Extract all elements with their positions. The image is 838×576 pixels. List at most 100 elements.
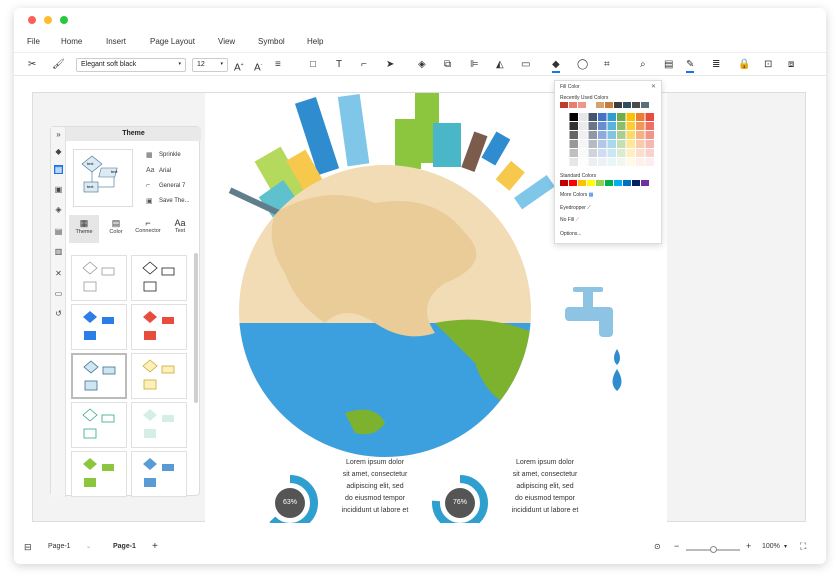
color-swatch[interactable] xyxy=(560,140,569,148)
color-swatch[interactable] xyxy=(560,149,569,157)
fill-color-icon[interactable]: ◆ xyxy=(552,59,560,73)
color-swatch[interactable] xyxy=(636,158,645,166)
color-swatch[interactable] xyxy=(598,122,607,130)
color-swatch[interactable] xyxy=(569,140,579,148)
color-swatch[interactable] xyxy=(641,180,649,186)
theme-card-selected[interactable] xyxy=(71,353,127,399)
color-swatch[interactable] xyxy=(588,149,598,157)
align-icon[interactable]: ≡ xyxy=(275,59,281,71)
lock-icon[interactable]: 🔒 xyxy=(738,59,750,71)
history-icon[interactable]: ↺ xyxy=(54,309,63,318)
color-swatch[interactable] xyxy=(645,113,655,121)
color-swatch[interactable] xyxy=(607,140,617,148)
color-swatch[interactable] xyxy=(641,102,649,108)
tab-connector[interactable]: ⌐ Connector xyxy=(133,215,163,243)
color-swatch[interactable] xyxy=(636,149,645,157)
color-swatch[interactable] xyxy=(578,102,586,108)
color-swatch[interactable] xyxy=(607,131,617,139)
color-swatch[interactable] xyxy=(626,131,636,139)
add-page-icon[interactable]: + xyxy=(152,541,158,552)
paint-bucket-icon[interactable]: ◆ xyxy=(54,147,63,156)
color-swatch[interactable] xyxy=(626,140,636,148)
zoom-slider-handle[interactable] xyxy=(710,546,717,553)
color-swatch[interactable] xyxy=(636,131,645,139)
text-tool-icon[interactable]: T xyxy=(336,59,342,71)
layers-icon[interactable]: ◈ xyxy=(54,205,63,214)
color-swatch[interactable] xyxy=(588,140,598,148)
color-swatch[interactable] xyxy=(626,113,636,121)
options-link[interactable]: Options... xyxy=(560,231,581,237)
color-swatch[interactable] xyxy=(645,158,655,166)
scissors-icon[interactable]: ✂ xyxy=(28,59,36,71)
font-size-select[interactable]: 12 ▾ xyxy=(192,58,228,72)
font-family-select[interactable]: Elegant soft black ▾ xyxy=(76,58,186,72)
page-view-icon[interactable]: ⊟ xyxy=(24,542,32,553)
theme-color-grid[interactable] xyxy=(560,113,658,167)
theme-prop-save[interactable]: Save The... xyxy=(159,198,190,204)
page-selector[interactable]: Page-1 xyxy=(48,543,71,550)
close-window-button[interactable] xyxy=(28,16,36,24)
theme-prop-connector[interactable]: General 7 xyxy=(159,183,185,189)
color-swatch[interactable] xyxy=(598,140,607,148)
decrease-font-icon[interactable]: A- xyxy=(254,59,262,74)
theme-card[interactable] xyxy=(131,402,187,448)
color-swatch[interactable] xyxy=(614,102,622,108)
color-swatch[interactable] xyxy=(617,149,626,157)
color-swatch[interactable] xyxy=(560,102,568,108)
color-swatch[interactable] xyxy=(579,122,588,130)
theme-card[interactable] xyxy=(131,451,187,497)
color-swatch[interactable] xyxy=(579,140,588,148)
color-swatch[interactable] xyxy=(569,131,579,139)
color-swatch[interactable] xyxy=(607,122,617,130)
color-swatch[interactable] xyxy=(587,102,595,108)
color-swatch[interactable] xyxy=(569,113,579,121)
color-swatch[interactable] xyxy=(617,113,626,121)
crop-icon[interactable]: ⌗ xyxy=(604,59,610,71)
color-swatch[interactable] xyxy=(569,149,579,157)
color-swatch[interactable] xyxy=(579,149,588,157)
align-left-icon[interactable]: ⊫ xyxy=(470,59,479,71)
theme-card[interactable] xyxy=(131,255,187,301)
theme-prop-sprinkle[interactable]: Sprinkle xyxy=(159,152,181,158)
color-swatch[interactable] xyxy=(598,158,607,166)
flip-icon[interactable]: ◭ xyxy=(496,59,504,71)
menu-page-layout[interactable]: Page Layout xyxy=(150,37,195,46)
menu-file[interactable]: File xyxy=(27,37,40,46)
color-swatch[interactable] xyxy=(579,131,588,139)
theme-card[interactable] xyxy=(71,451,127,497)
tab-theme[interactable]: ▦ Theme xyxy=(69,215,99,243)
fit-screen-icon[interactable]: ⛶ xyxy=(800,541,806,552)
theme-card[interactable] xyxy=(71,255,127,301)
format-painter-icon[interactable]: 🖌 xyxy=(52,59,65,71)
color-swatch[interactable] xyxy=(626,158,636,166)
zoom-in-icon[interactable]: + xyxy=(746,541,751,551)
color-swatch[interactable] xyxy=(588,131,598,139)
color-swatch[interactable] xyxy=(596,180,604,186)
close-icon[interactable]: ✕ xyxy=(651,83,656,90)
layers-icon[interactable]: ◈ xyxy=(418,59,426,71)
color-swatch[interactable] xyxy=(645,131,655,139)
size-icon[interactable]: ▭ xyxy=(521,59,530,71)
page-icon[interactable]: ▤ xyxy=(54,227,63,236)
color-swatch[interactable] xyxy=(645,140,655,148)
pointer-icon[interactable]: ➤ xyxy=(386,59,394,71)
color-swatch[interactable] xyxy=(605,180,613,186)
group-icon[interactable]: ⧉ xyxy=(444,59,451,71)
chevron-down-icon[interactable]: ▾ xyxy=(784,543,787,550)
zoom-slider[interactable] xyxy=(686,546,740,553)
page-tab[interactable]: Page-1 xyxy=(113,543,136,550)
menu-help[interactable]: Help xyxy=(307,37,323,46)
color-swatch[interactable] xyxy=(598,113,607,121)
panel-scrollbar[interactable] xyxy=(194,253,198,403)
theme-prop-font[interactable]: Arial xyxy=(159,168,171,174)
no-fill-option[interactable]: No Fill ⟋ xyxy=(560,217,579,223)
tab-color[interactable]: ▤ Color xyxy=(101,215,131,243)
color-swatch[interactable] xyxy=(623,180,631,186)
chevron-down-icon[interactable]: ⌄ xyxy=(86,543,91,550)
more-icon[interactable]: ⧈ xyxy=(788,59,794,71)
line-style-icon[interactable]: ≣ xyxy=(712,59,720,71)
color-swatch[interactable] xyxy=(607,113,617,121)
color-swatch[interactable] xyxy=(605,102,613,108)
color-swatch[interactable] xyxy=(569,180,577,186)
color-swatch[interactable] xyxy=(569,122,579,130)
